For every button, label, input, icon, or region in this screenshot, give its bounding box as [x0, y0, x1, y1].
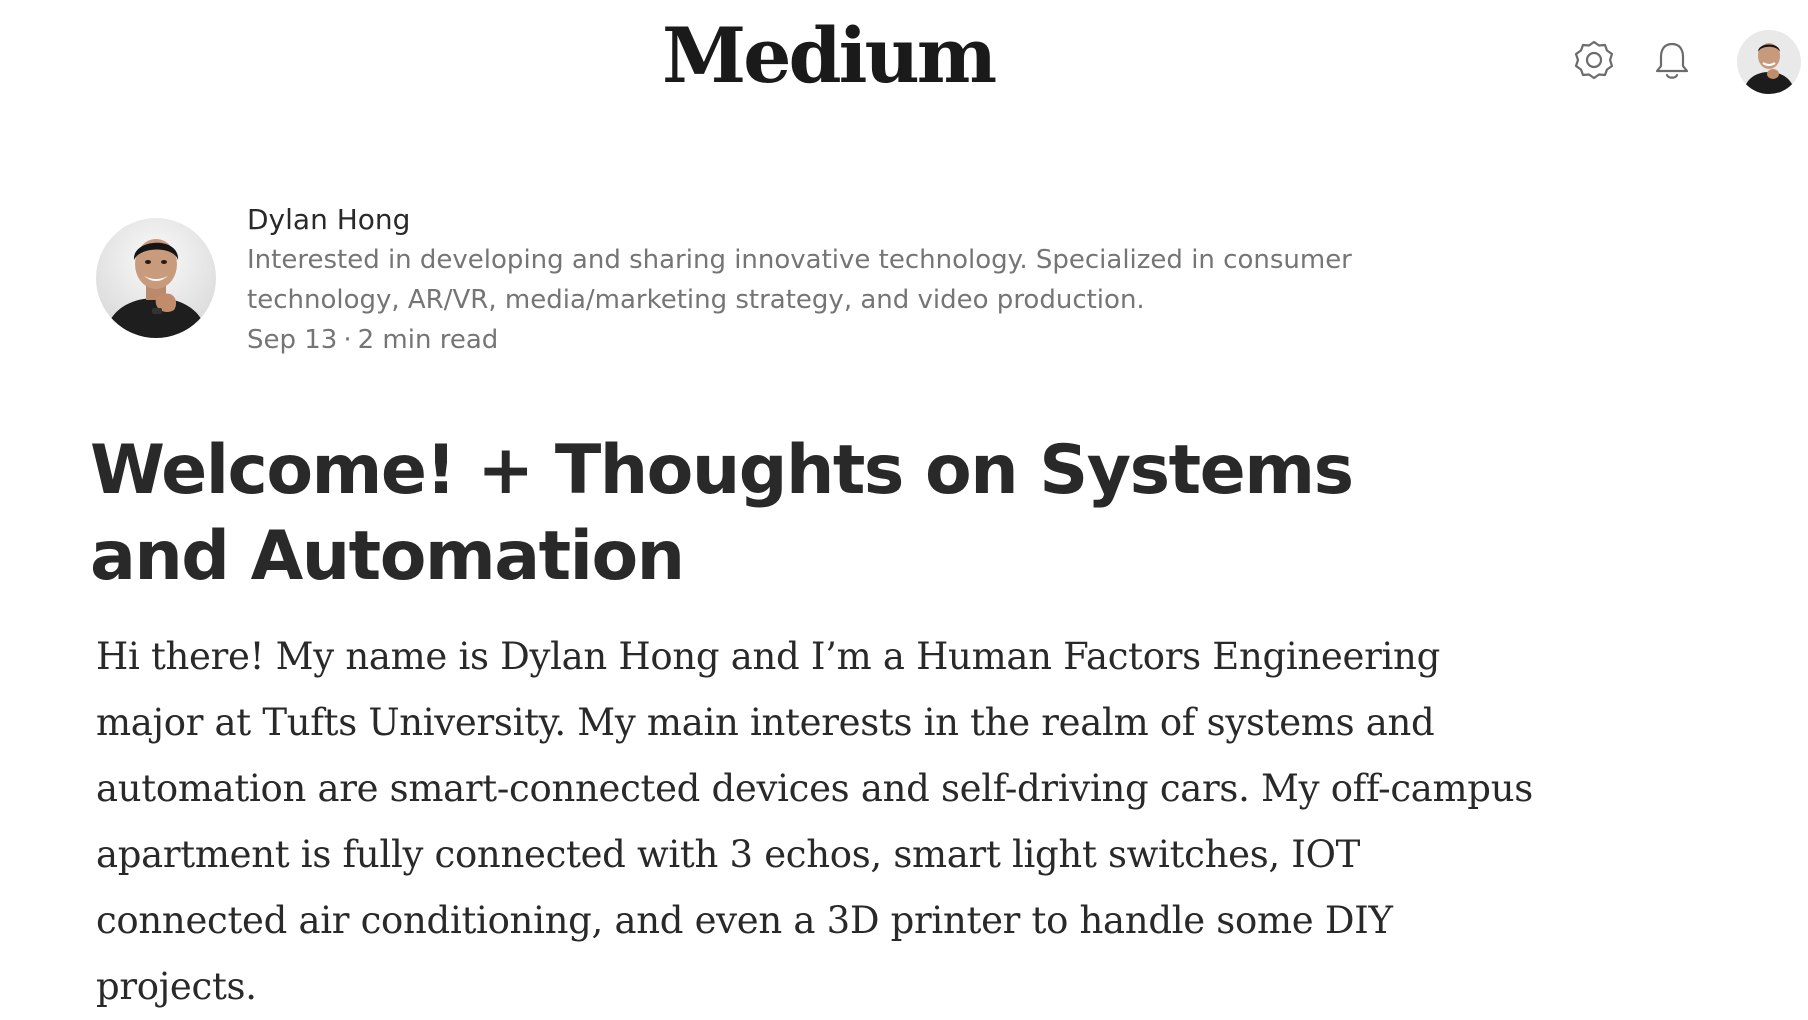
author-info: Dylan Hong Interested in developing and … [96, 200, 1516, 370]
settings-button[interactable] [1568, 35, 1620, 87]
account-avatar[interactable] [1737, 30, 1801, 94]
author-photo [96, 218, 216, 338]
top-bar: Medium [0, 0, 1808, 120]
author-name[interactable]: Dylan Hong [247, 200, 1497, 240]
meta-separator: · [343, 325, 352, 355]
author-bio: Interested in developing and sharing inn… [247, 245, 1352, 315]
author-text: Dylan Hong Interested in developing and … [247, 200, 1497, 360]
article-title: Welcome! + Thoughts on Systems and Autom… [90, 431, 1354, 596]
post-date: Sep 13 [247, 325, 338, 355]
gear-icon [1574, 40, 1614, 80]
notifications-button[interactable] [1646, 35, 1698, 87]
article-body: Hi there! My name is Dylan Hong and I’m … [96, 635, 1533, 1008]
medium-logo[interactable]: Medium [662, 18, 997, 94]
bell-icon [1655, 42, 1689, 79]
post-meta: Sep 13 · 2 min read [247, 320, 1497, 360]
read-time: 2 min read [357, 325, 499, 355]
author-avatar[interactable] [96, 218, 216, 338]
user-avatar-image [1737, 30, 1801, 94]
